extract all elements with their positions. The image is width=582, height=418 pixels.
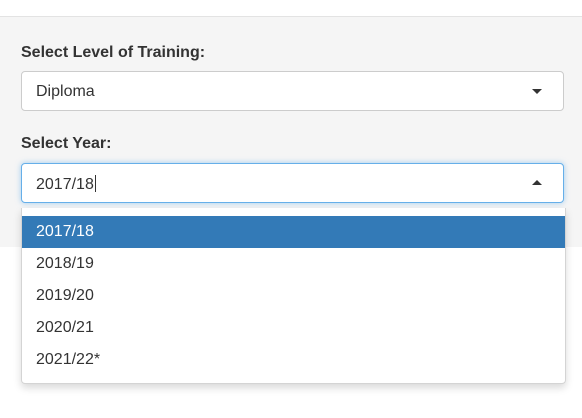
year-dropdown-menu: 2017/18 2018/19 2019/20 2020/21 2021/22*	[21, 208, 566, 384]
year-select-value: 2017/18	[36, 176, 94, 193]
year-option[interactable]: 2020/21	[22, 312, 565, 344]
year-option[interactable]: 2018/19	[22, 248, 565, 280]
caret-up-icon	[532, 180, 542, 185]
year-option[interactable]: 2017/18	[22, 216, 565, 248]
level-label: Select Level of Training:	[21, 44, 206, 61]
level-select-value: Diploma	[36, 83, 95, 100]
year-select-input[interactable]: 2017/18	[36, 175, 96, 194]
year-label: Select Year:	[21, 135, 112, 152]
year-option[interactable]: 2021/22*	[22, 344, 565, 376]
year-option[interactable]: 2019/20	[22, 280, 565, 312]
top-header-strip	[0, 0, 582, 17]
caret-down-icon	[532, 89, 542, 94]
text-cursor	[94, 175, 96, 192]
level-select[interactable]: Diploma	[21, 71, 564, 111]
year-select[interactable]: 2017/18	[21, 163, 564, 203]
